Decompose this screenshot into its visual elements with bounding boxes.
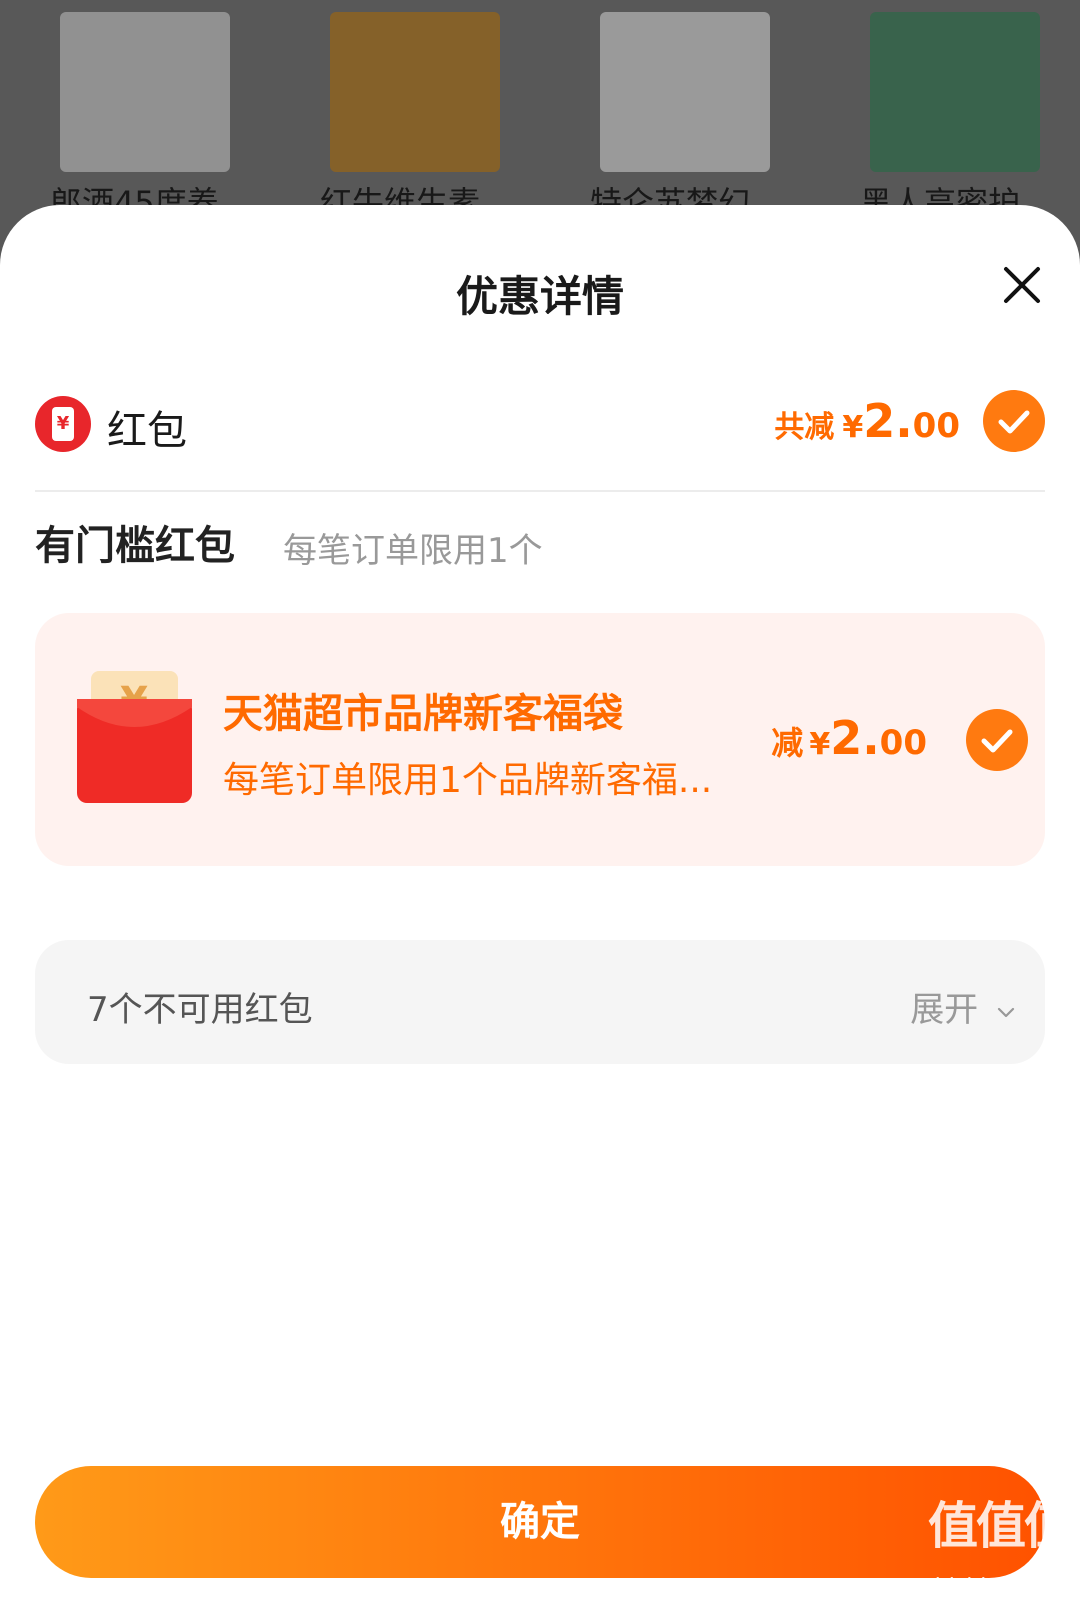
currency-symbol: ¥: [842, 410, 864, 445]
unavailable-count-label: 7个不可用红包: [87, 990, 313, 1030]
chevron-down-icon: [997, 1007, 1015, 1017]
coupon-amount-decimal: 00: [879, 723, 927, 763]
currency-symbol: ¥: [809, 727, 831, 762]
red-packet-glyph: ¥: [52, 407, 74, 441]
coupon-card[interactable]: ¥ 天猫超市品牌新客福袋 每笔订单限用1个品牌新客福... 减¥2.00: [35, 613, 1045, 866]
section-title: 有门槛红包: [35, 523, 235, 569]
section-subtitle: 每笔订单限用1个: [283, 531, 543, 571]
expand-label: 展开: [910, 990, 979, 1030]
watermark-url: zhizhizhi.com: [923, 1575, 1072, 1600]
total-discount: 共减 ¥2.00: [774, 394, 960, 448]
sheet-title: 优惠详情: [455, 272, 624, 321]
confirm-button[interactable]: 确定: [35, 1466, 1045, 1578]
total-amount-decimal: 00: [912, 406, 960, 446]
coupon-check-toggle[interactable]: [966, 709, 1028, 771]
red-packet-row[interactable]: ¥ 红包 共减 ¥2.00: [35, 380, 1045, 475]
check-icon: [998, 410, 1030, 434]
total-amount-integer: 2.: [863, 394, 913, 448]
coupon-description: 每笔订单限用1个品牌新客福...: [223, 760, 713, 801]
total-discount-label: 共减: [774, 410, 835, 445]
check-icon: [981, 729, 1013, 753]
red-packet-icon: ¥: [35, 396, 91, 452]
red-packet-check-toggle[interactable]: [983, 390, 1045, 452]
discount-sheet: 优惠详情 ¥ 红包 共减¥2.00 有门槛红包 每笔订单限用1个 ¥: [0, 205, 1080, 1608]
watermark: 值值值: [928, 1497, 1074, 1555]
coupon-amount-integer: 2.: [830, 711, 880, 765]
coupon-amount-label: 减: [771, 724, 804, 762]
close-icon[interactable]: [990, 253, 1054, 317]
coupon-amount: 减 ¥2.00: [771, 711, 927, 765]
expand-button[interactable]: 展开: [910, 982, 1017, 1031]
red-packet-label: 红包: [107, 408, 187, 454]
divider: [35, 490, 1045, 492]
red-envelope-icon: ¥: [77, 671, 192, 803]
coupon-title: 天猫超市品牌新客福袋: [223, 691, 623, 737]
unavailable-red-packets[interactable]: 7个不可用红包 展开: [35, 940, 1045, 1064]
